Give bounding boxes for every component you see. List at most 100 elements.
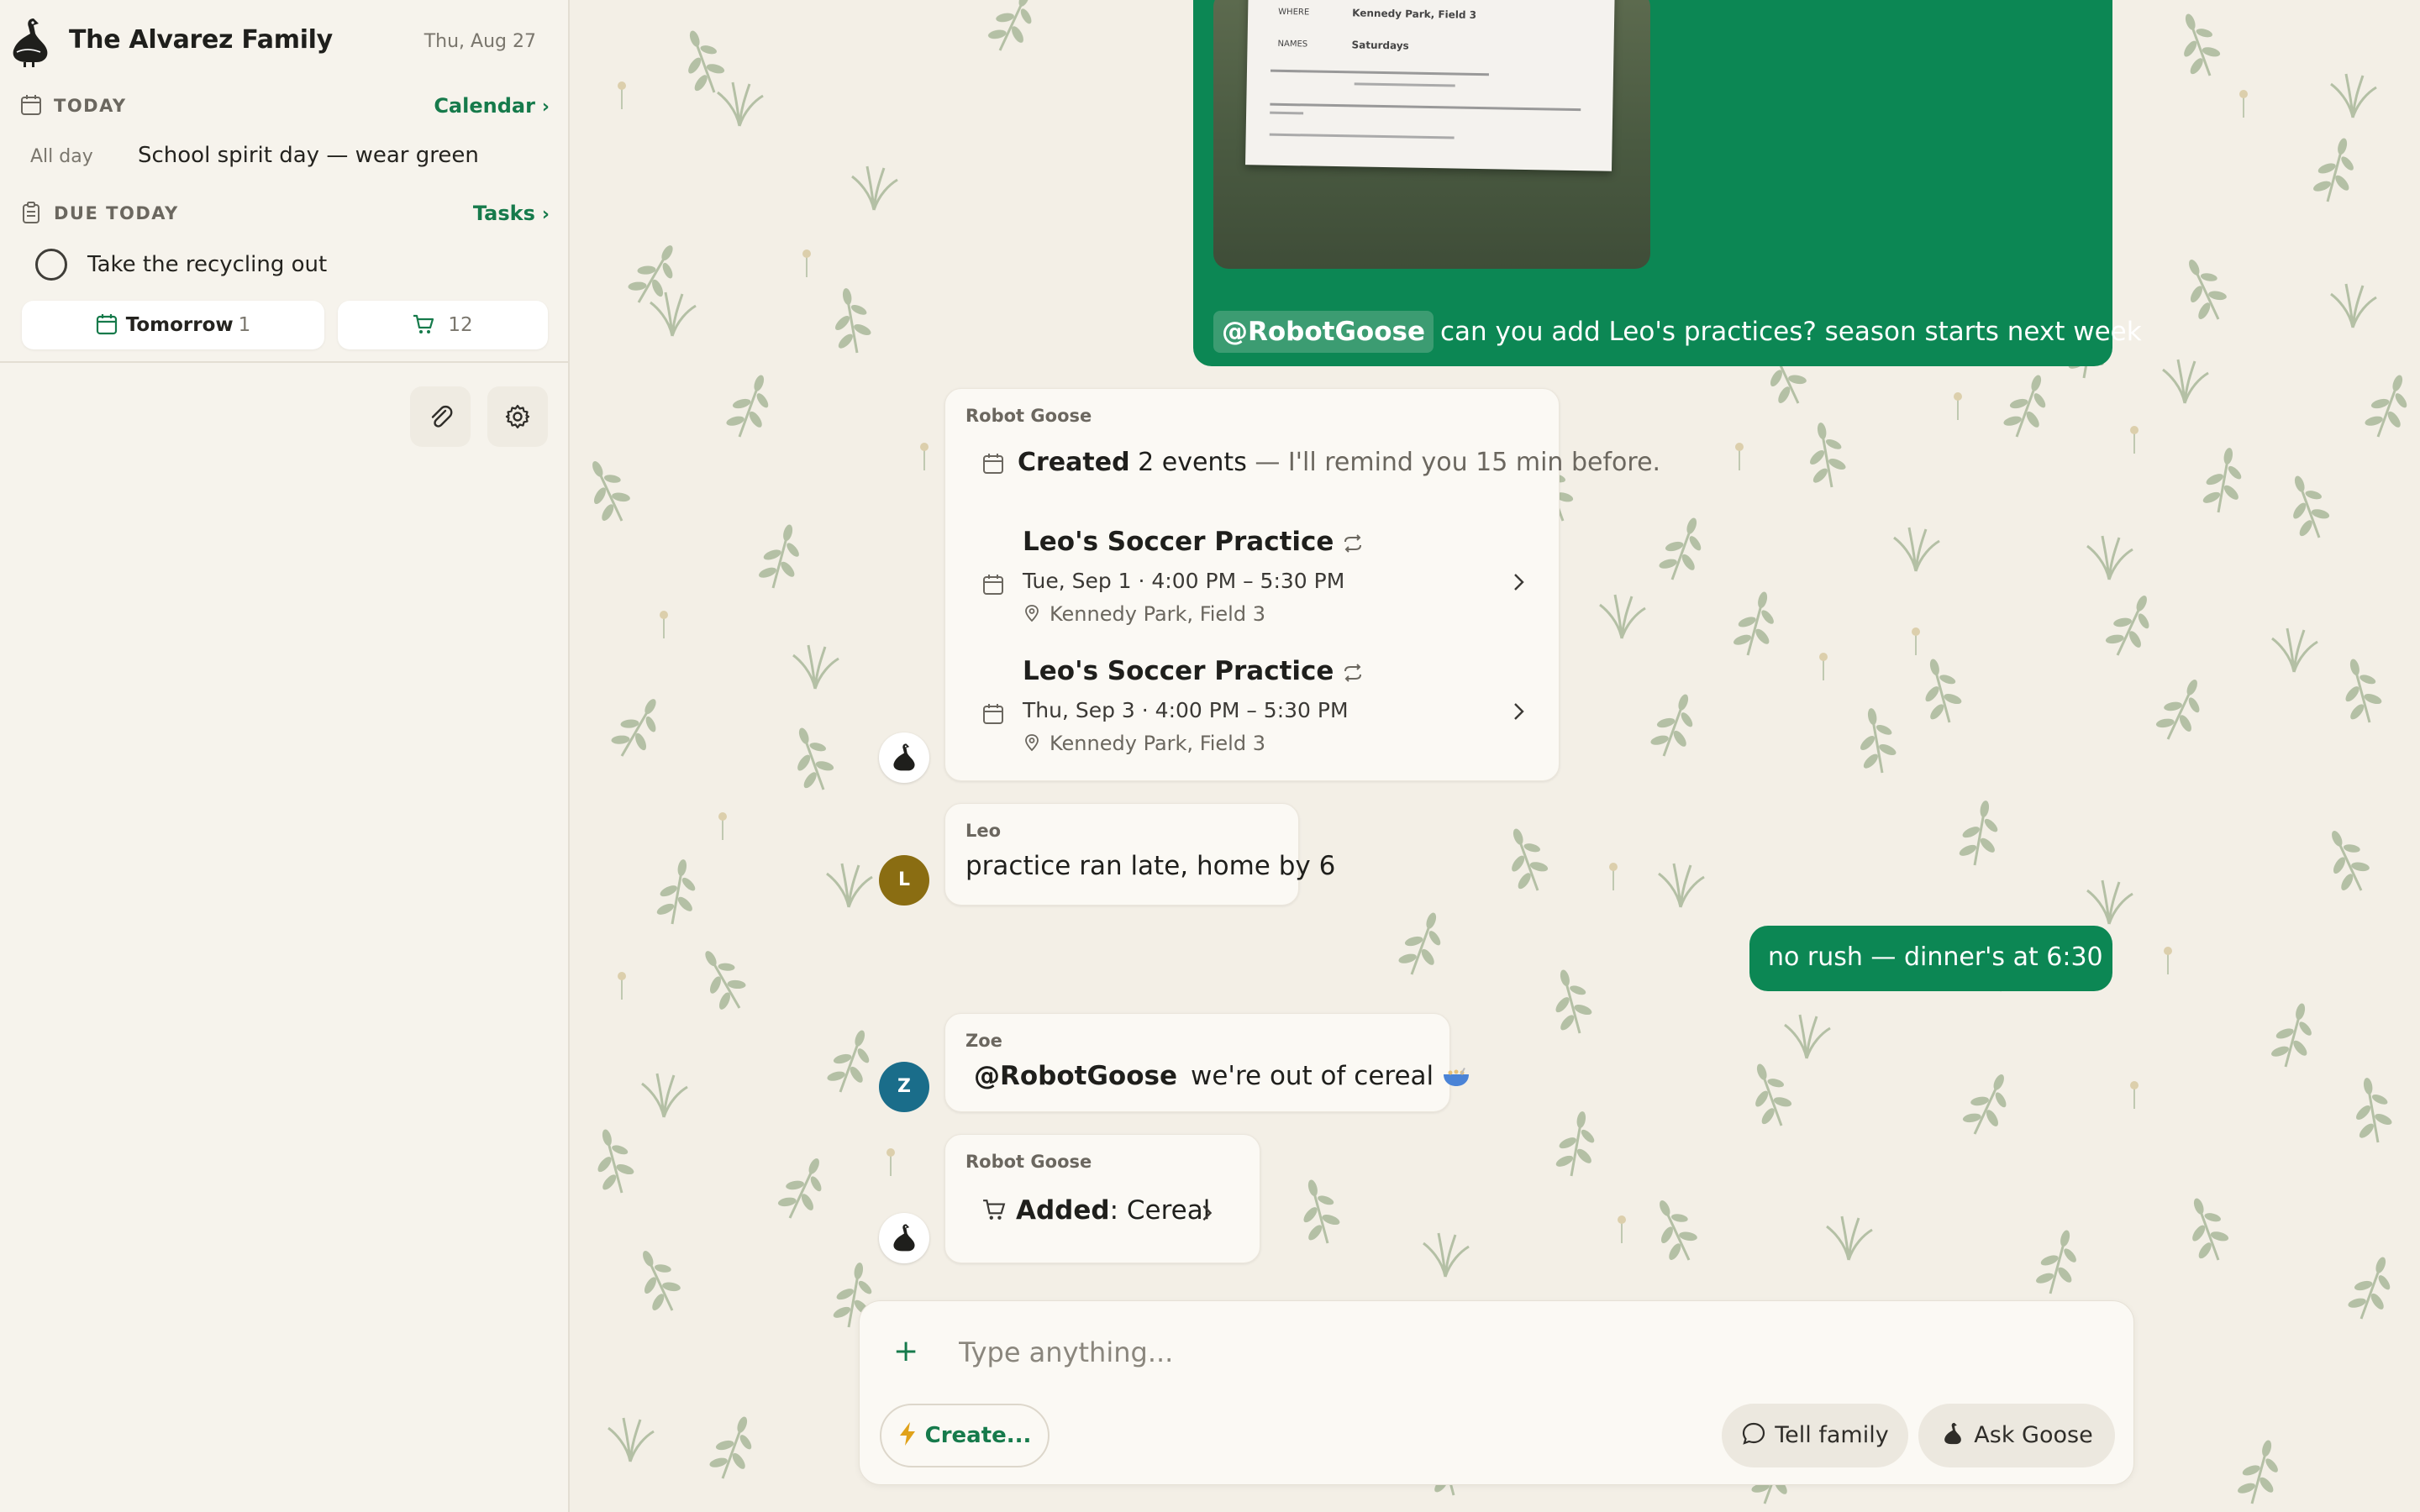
goose-icon <box>893 1224 915 1252</box>
tomorrow-count: 1 <box>238 314 251 336</box>
calendar-link-label: Calendar <box>434 94 535 118</box>
due-today-label: DUE TODAY <box>54 203 179 223</box>
chevron-right-icon <box>1514 703 1524 720</box>
goose-icon <box>1944 1422 1962 1444</box>
ask-goose-button[interactable]: Ask Goose <box>1918 1404 2115 1467</box>
settings-button[interactable] <box>487 386 548 447</box>
repeat-icon <box>1344 663 1362 682</box>
calendar-icon <box>983 575 1003 595</box>
tasks-link[interactable]: Tasks › <box>473 202 550 225</box>
chat-bubble-icon <box>1743 1422 1765 1445</box>
goose-events-card: Robot Goose Created 2 events — I'll remi… <box>944 388 1660 781</box>
message-text: @RobotGoose we're out of cereal <box>974 1061 1470 1091</box>
paperclip-icon <box>431 405 453 428</box>
leo-avatar: L <box>879 855 929 906</box>
zoe-avatar: Z <box>879 1062 929 1112</box>
event-location: Kennedy Park, Field 3 <box>1023 602 1265 626</box>
create-label: Create... <box>924 1423 1032 1448</box>
event-title: Leo's Soccer Practice <box>1023 527 1364 557</box>
photo-caption: @RobotGoose can you add Leo's practices? … <box>1213 311 2142 353</box>
sender-name: Zoe <box>965 1031 1002 1051</box>
location-pin-icon <box>1025 605 1039 622</box>
clipboard-icon <box>23 202 39 223</box>
sender-name: Robot Goose <box>965 406 1092 426</box>
flyer-line: Kennedy Park, Field 3 <box>1352 7 1477 21</box>
cart-icon <box>413 314 434 333</box>
summary-strong: Created <box>1018 448 1130 477</box>
calendar-icon <box>96 313 117 334</box>
event-row[interactable]: Leo's Soccer Practice Thu, Sep 3 · 4:00 … <box>982 656 1537 765</box>
avatar-initial: Z <box>897 1076 911 1097</box>
today-event[interactable]: All day School spirit day — wear green <box>30 141 551 175</box>
gear-icon <box>505 404 530 429</box>
shopping-count: 12 <box>448 314 473 336</box>
family-title: The Alvarez Family <box>69 25 333 55</box>
event-title: School spirit day — wear green <box>138 143 479 168</box>
current-date: Thu, Aug 27 <box>424 31 536 52</box>
location-pin-icon <box>1025 734 1039 752</box>
add-attachment-button[interactable]: + <box>893 1336 918 1367</box>
chevron-right-icon <box>1514 574 1524 591</box>
robot-goose-avatar <box>879 732 929 783</box>
task-title: Take the recycling out <box>87 252 328 277</box>
event-location: Kennedy Park, Field 3 <box>1023 732 1265 755</box>
goose-added-card[interactable]: Robot Goose Added: Cereal <box>944 1134 1260 1263</box>
today-section-header: TODAY Calendar › <box>20 89 550 123</box>
leo-message: Leo practice ran late, home by 6 <box>944 803 1335 906</box>
flyer-line: WHERE <box>1278 7 1310 18</box>
flyer-text-lines <box>1269 69 1581 139</box>
tasks-link-label: Tasks <box>472 202 535 225</box>
tell-family-label: Tell family <box>1775 1422 1889 1448</box>
mention-chip[interactable]: @RobotGoose <box>1213 311 1434 353</box>
event-title: Leo's Soccer Practice <box>1023 656 1364 686</box>
zoe-message: Zoe @RobotGoose we're out of cereal <box>944 1013 1470 1112</box>
avatar-initial: L <box>897 869 911 890</box>
event-title-text: Leo's Soccer Practice <box>1023 656 1334 686</box>
event-location-text: Kennedy Park, Field 3 <box>1050 602 1265 626</box>
lightning-icon <box>899 1421 915 1446</box>
event-time: Tue, Sep 1 · 4:00 PM – 5:30 PM <box>1023 569 1345 593</box>
shopping-chip[interactable]: 12 <box>338 301 548 349</box>
sidebar-header: The Alvarez Family Thu, Aug 27 <box>0 0 570 84</box>
chevron-right-icon: › <box>541 204 550 225</box>
sidebar: The Alvarez Family Thu, Aug 27 TODAY Cal… <box>0 0 570 1512</box>
added-label: Added <box>1016 1195 1110 1226</box>
create-button[interactable]: Create... <box>880 1404 1050 1467</box>
tomorrow-chip[interactable]: Tomorrow 1 <box>22 301 324 349</box>
event-row[interactable]: Leo's Soccer Practice Tue, Sep 1 · 4:00 … <box>982 527 1537 636</box>
summary-count: 2 events <box>1138 448 1247 477</box>
tell-family-button[interactable]: Tell family <box>1722 1404 1908 1467</box>
ask-goose-label: Ask Goose <box>1974 1422 2093 1448</box>
calendar-icon <box>21 95 41 115</box>
message-composer: + Create... Tell family Ask Goose <box>859 1300 2134 1485</box>
cart-icon <box>983 1199 1006 1220</box>
attached-photo[interactable]: WHERE Kennedy Park, Field 3 NAMES Saturd… <box>1213 0 1650 269</box>
flyer-paper: WHERE Kennedy Park, Field 3 NAMES Saturd… <box>1245 0 1615 171</box>
message-input[interactable] <box>959 1331 2051 1373</box>
added-item: Added: Cereal <box>982 1195 1210 1226</box>
chevron-right-icon <box>1202 1205 1213 1221</box>
calendar-link[interactable]: Calendar › <box>434 94 550 118</box>
due-section-header: DUE TODAY Tasks › <box>20 197 550 230</box>
task-checkbox[interactable] <box>35 249 67 281</box>
message-text: practice ran late, home by 6 <box>965 851 1336 881</box>
calendar-icon <box>983 704 1003 724</box>
flyer-line: Saturdays <box>1351 39 1409 52</box>
event-title-text: Leo's Soccer Practice <box>1023 527 1334 557</box>
attachments-button[interactable] <box>410 386 471 447</box>
chat-area: WHERE Kennedy Park, Field 3 NAMES Saturd… <box>571 0 2420 1512</box>
goose-icon <box>893 743 915 771</box>
summary-rest: — I'll remind you 15 min before. <box>1255 448 1661 477</box>
sidebar-divider <box>0 361 570 363</box>
added-item-text: : Cereal <box>1109 1195 1211 1226</box>
caption-text: can you add Leo's practices? season star… <box>1440 317 2142 347</box>
sender-name: Leo <box>965 821 1002 841</box>
event-location-text: Kennedy Park, Field 3 <box>1050 732 1265 755</box>
repeat-icon <box>1344 533 1362 553</box>
my-photo-message: WHERE Kennedy Park, Field 3 NAMES Saturd… <box>1193 0 2142 366</box>
robot-goose-avatar <box>879 1213 929 1263</box>
mention[interactable]: @RobotGoose <box>974 1061 1177 1091</box>
my-message: no rush — dinner's at 6:30 <box>1749 926 2112 991</box>
sender-name: Robot Goose <box>965 1152 1092 1172</box>
event-time: Thu, Sep 3 · 4:00 PM – 5:30 PM <box>1023 698 1349 722</box>
